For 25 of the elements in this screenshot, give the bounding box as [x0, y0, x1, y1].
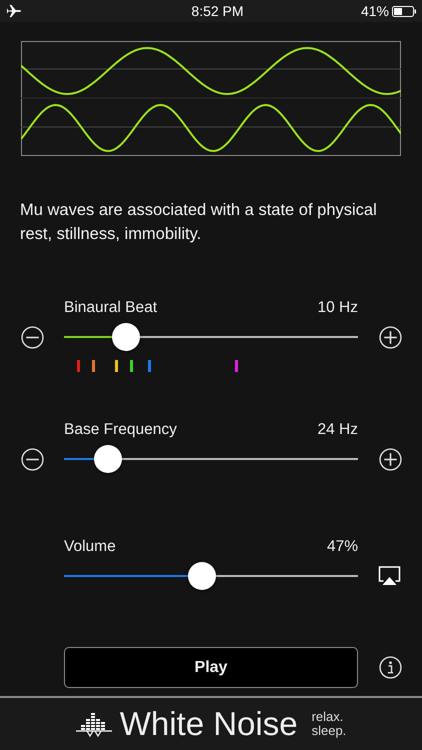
brand-name: White Noise [120, 705, 298, 743]
plus-icon[interactable] [378, 448, 402, 470]
slider-label: Base Frequency [64, 421, 177, 439]
clock-time: 8:52 PM [191, 3, 244, 19]
info-icon[interactable] [378, 656, 402, 679]
slider-label: Binaural Beat [64, 299, 158, 317]
slider-value: 24 Hz [318, 421, 358, 439]
minus-icon[interactable] [20, 326, 44, 348]
airplay-icon[interactable] [378, 566, 401, 586]
slider-value: 10 Hz [318, 299, 358, 317]
slider-label: Volume [64, 538, 116, 556]
battery-icon [392, 6, 416, 16]
slider[interactable] [64, 323, 358, 351]
play-button[interactable]: Play [64, 647, 358, 688]
battery-percentage: 41% [360, 3, 389, 19]
tagline-text: sleep. [312, 724, 346, 738]
description-text: Mu waves are associated with a state of physical rest, stillness, immobility. [20, 200, 378, 245]
slider[interactable] [64, 445, 358, 473]
airplane-icon [6, 4, 22, 18]
plus-icon[interactable] [378, 326, 402, 348]
equalizer-logo-icon [76, 711, 112, 737]
tagline-text: relax. [312, 710, 344, 724]
minus-icon[interactable] [20, 448, 44, 470]
slider-value: 47% [326, 538, 358, 556]
slider[interactable] [64, 562, 358, 590]
